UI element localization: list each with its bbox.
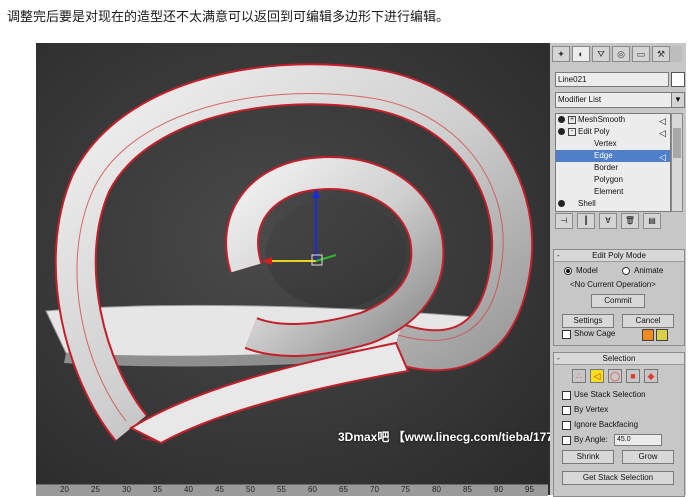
ruler-tick-label: 55 [277, 485, 286, 494]
stack-item-edge[interactable]: Edge ◁ [556, 150, 670, 162]
show-cage-label: Show Cage [574, 329, 616, 338]
stack-toolbar: ⊣ ┃ ∀ 🗑 ▤ [555, 213, 683, 229]
stack-item-label: Edge [594, 151, 613, 160]
ruler-tick-label: 70 [370, 485, 379, 494]
object-color-swatch[interactable] [671, 72, 685, 87]
ignore-backfacing-checkbox[interactable] [562, 421, 571, 430]
commit-button[interactable]: Commit [591, 294, 645, 308]
ruler-tick-label: 60 [308, 485, 317, 494]
configure-sets-icon[interactable]: ▤ [643, 213, 661, 229]
motion-tab[interactable]: ◎ [612, 46, 630, 62]
stack-item-label: Element [594, 187, 624, 196]
animate-radio[interactable] [622, 267, 630, 275]
modify-tab[interactable]: ◐ [572, 46, 590, 62]
stack-item-border[interactable]: Border [556, 162, 670, 174]
ruler-tick-label: 75 [401, 485, 410, 494]
ruler-tick-label: 95 [525, 485, 534, 494]
border-mode-icon[interactable]: ◯ [608, 369, 622, 383]
edge-mode-icon[interactable]: ◁ [590, 369, 604, 383]
cancel-button[interactable]: Cancel [622, 314, 674, 328]
perspective-viewport[interactable] [36, 43, 548, 484]
stack-item-polygon[interactable]: Polygon [556, 174, 670, 186]
stack-item-label: MeshSmooth [578, 115, 626, 124]
polygon-mode-icon[interactable]: ■ [626, 369, 640, 383]
cage-color-swatch-1[interactable] [642, 329, 654, 341]
stack-item-label: Border [594, 163, 619, 172]
model-radio[interactable] [564, 267, 572, 275]
stack-item-label: Edit Poly [578, 127, 610, 136]
stack-item-element[interactable]: Element [556, 186, 670, 198]
by-angle-spinner[interactable]: 45.0 [614, 434, 662, 446]
ruler-tick-label: 90 [494, 485, 503, 494]
model-label: Model [576, 266, 598, 275]
hierarchy-tab[interactable]: ⛛ [592, 46, 610, 62]
show-cage-checkbox[interactable] [562, 330, 571, 339]
edit-poly-mode-rollout: - Edit Poly Mode Model Animate <No Curren… [553, 249, 685, 346]
stack-item-vertex[interactable]: Vertex [556, 138, 670, 150]
stack-scrollbar[interactable] [671, 113, 683, 212]
stack-item-shell[interactable]: Shell [556, 198, 670, 210]
ruler-tick-label: 40 [184, 485, 193, 494]
use-stack-selection-label: Use Stack Selection [574, 390, 646, 399]
rollout-header[interactable]: - Edit Poly Mode [554, 250, 684, 262]
ruler-tick-label: 80 [432, 485, 441, 494]
utilities-tab[interactable]: ⚒ [652, 46, 670, 62]
rollout-title: Edit Poly Mode [592, 251, 646, 260]
ruler-tick-label: 85 [463, 485, 472, 494]
vertex-mode-icon[interactable]: ∴ [572, 369, 586, 383]
rollout-title: Selection [602, 354, 636, 363]
stack-item-edit-poly[interactable]: - Edit Poly ◁ [556, 126, 670, 138]
ruler-tick-label: 45 [215, 485, 224, 494]
by-angle-label: By Angle: [574, 435, 608, 444]
stack-item-meshsmooth[interactable]: + MeshSmooth ◁ [556, 114, 670, 126]
by-vertex-label: By Vertex [574, 405, 609, 414]
expand-icon[interactable]: + [568, 116, 576, 124]
use-stack-selection-checkbox[interactable] [562, 391, 571, 400]
by-angle-checkbox[interactable] [562, 436, 571, 445]
get-stack-selection-button[interactable]: Get Stack Selection [562, 471, 674, 485]
lightbulb-icon[interactable] [558, 200, 565, 207]
settings-button[interactable]: Settings [562, 314, 614, 328]
show-end-result-icon[interactable]: ┃ [577, 213, 595, 229]
current-operation-label: <No Current Operation> [570, 280, 656, 289]
lightbulb-icon[interactable] [558, 116, 565, 123]
selection-rollout: - Selection ∴ ◁ ◯ ■ ◆ Use Stack Selection… [553, 352, 685, 497]
lightbulb-icon[interactable] [558, 128, 565, 135]
ruler-tick-label: 20 [60, 485, 69, 494]
shrink-button[interactable]: Shrink [562, 450, 614, 464]
by-vertex-checkbox[interactable] [562, 406, 571, 415]
command-panel-tabs: ✦ ◐ ⛛ ◎ ▭ ⚒ [552, 46, 682, 62]
make-unique-icon[interactable]: ∀ [599, 213, 617, 229]
ruler-tick-label: 35 [153, 485, 162, 494]
command-panel: ✦ ◐ ⛛ ◎ ▭ ⚒ Line021 Modifier List ▼ + Mes… [550, 43, 686, 497]
stack-item-label: Shell [578, 199, 596, 208]
ruler-tick-label: 30 [122, 485, 131, 494]
create-tab[interactable]: ✦ [552, 46, 570, 62]
ruler-tick-label: 50 [246, 485, 255, 494]
object-name-field[interactable]: Line021 [555, 72, 669, 87]
pin-stack-icon[interactable]: ⊣ [555, 213, 573, 229]
modifier-list-dropdown[interactable]: Modifier List [555, 92, 673, 108]
ribbon-model [45, 63, 534, 445]
modifier-stack[interactable]: + MeshSmooth ◁ - Edit Poly ◁ Vertex Edge ◁ Border… [555, 113, 671, 212]
ignore-backfacing-label: Ignore Backfacing [574, 420, 639, 429]
time-ruler[interactable]: 20 25 30 35 40 45 50 55 60 65 70 75 80 85 90 95 [36, 484, 548, 496]
rollout-header[interactable]: - Selection [554, 353, 684, 365]
stack-item-label: Vertex [594, 139, 617, 148]
cage-color-swatch-2[interactable] [656, 329, 668, 341]
grow-button[interactable]: Grow [622, 450, 674, 464]
animate-label: Animate [634, 266, 664, 275]
stack-item-label: Polygon [594, 175, 623, 184]
ruler-tick-label: 65 [339, 485, 348, 494]
chevron-down-icon[interactable]: ▼ [671, 92, 685, 108]
element-mode-icon[interactable]: ◆ [644, 369, 658, 383]
tutorial-caption: 调整完后要是对现在的造型还不太满意可以返回到可编辑多边形下进行编辑。 [7, 9, 450, 24]
remove-modifier-icon[interactable]: 🗑 [621, 213, 639, 229]
watermark: 3Dmax吧 【www.linecg.com/tieba/1771】 [338, 430, 572, 444]
collapse-icon[interactable]: - [568, 128, 576, 136]
display-tab[interactable]: ▭ [632, 46, 650, 62]
ruler-tick-label: 25 [91, 485, 100, 494]
